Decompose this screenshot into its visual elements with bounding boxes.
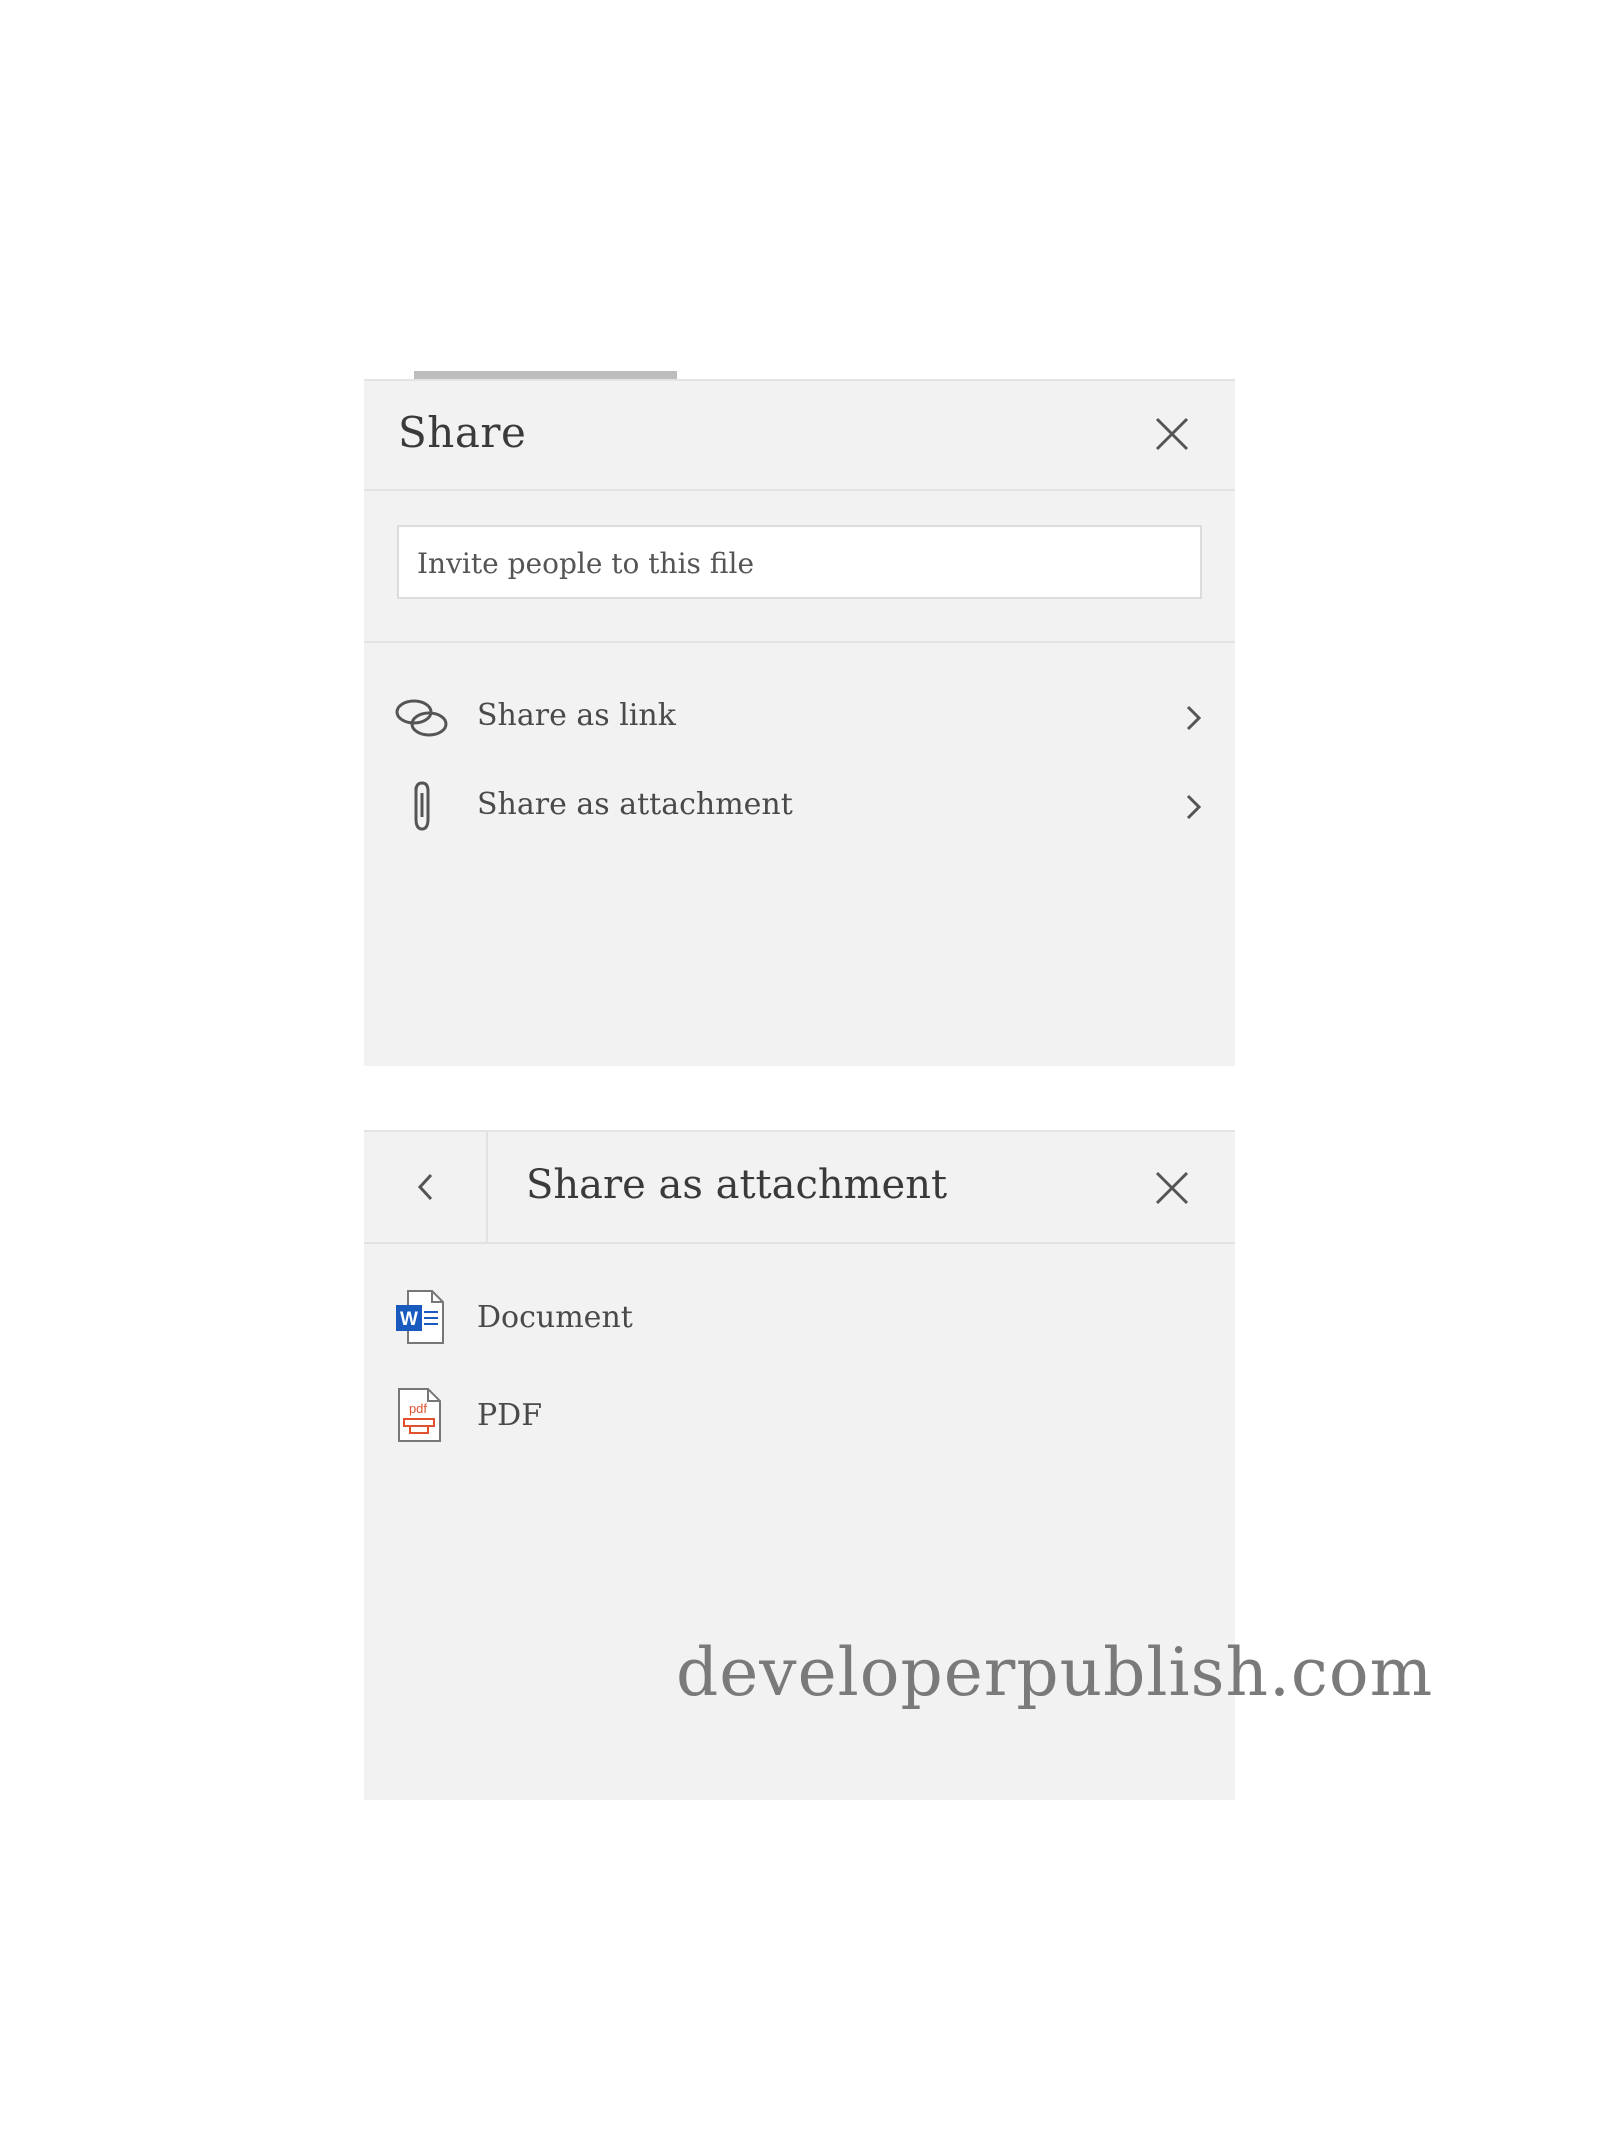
invite-field[interactable]	[397, 525, 1202, 599]
invite-input[interactable]	[415, 527, 1189, 599]
chevron-right-icon	[1186, 794, 1202, 820]
close-icon	[1155, 1171, 1189, 1205]
attachment-title: Share as attachment	[526, 1162, 948, 1208]
close-icon	[1155, 417, 1189, 451]
document-option[interactable]: W Document	[364, 1278, 1235, 1358]
share-as-attachment-label: Share as attachment	[477, 787, 793, 822]
divider	[364, 641, 1235, 643]
document-label: Document	[477, 1300, 633, 1335]
share-as-link-option[interactable]: Share as link	[364, 678, 1235, 758]
share-header: Share	[364, 381, 1235, 491]
watermark: developerpublish.com	[676, 1634, 1434, 1711]
pdf-badge: pdf	[409, 1401, 427, 1416]
chevron-left-icon	[417, 1173, 433, 1201]
chevron-right-icon	[1186, 705, 1202, 731]
share-as-attachment-option[interactable]: Share as attachment	[364, 767, 1235, 847]
attachment-panel: Share as attachment W Document pdf PDF d…	[364, 1130, 1432, 1800]
paperclip-icon	[414, 781, 430, 831]
attachment-header: Share as attachment	[364, 1132, 1235, 1244]
close-button[interactable]	[1149, 411, 1195, 457]
word-document-icon: W	[396, 1290, 444, 1344]
link-icon	[395, 699, 448, 737]
pdf-label: PDF	[477, 1398, 543, 1433]
share-as-link-label: Share as link	[477, 698, 676, 733]
share-title: Share	[398, 408, 527, 457]
close-button[interactable]	[1149, 1165, 1195, 1211]
word-badge: W	[400, 1309, 418, 1330]
pdf-file-icon: pdf	[398, 1388, 441, 1442]
share-panel: Share Share as link Share as attachment	[364, 379, 1235, 1066]
back-button[interactable]	[364, 1132, 488, 1242]
pdf-option[interactable]: pdf PDF	[364, 1376, 1235, 1456]
